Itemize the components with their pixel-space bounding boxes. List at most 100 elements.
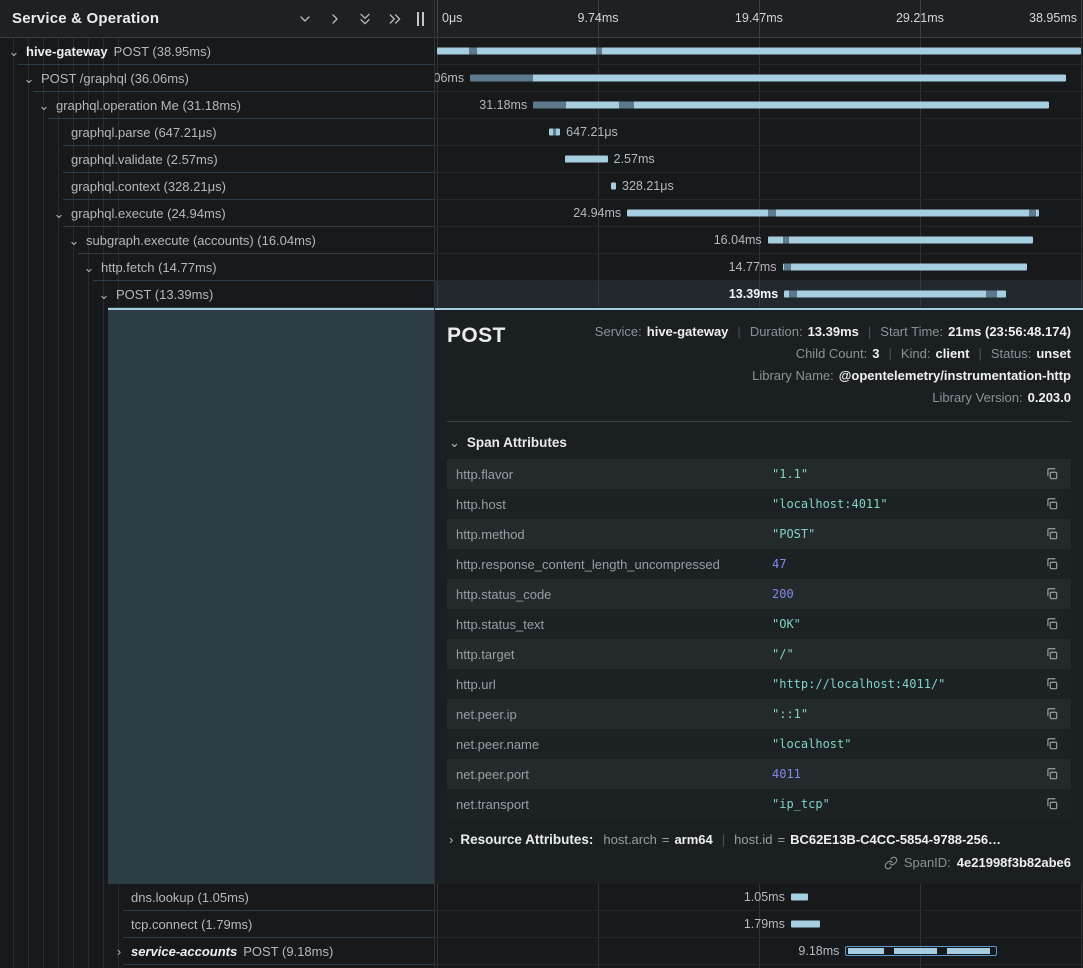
timeline-span-row[interactable]: 14.77ms — [435, 254, 1083, 281]
chevron-right-icon[interactable]: › — [113, 945, 125, 958]
double-chevron-right-icon[interactable] — [386, 10, 403, 27]
meta-label: Library Name: — [752, 368, 834, 383]
copy-icon[interactable] — [1042, 467, 1062, 481]
span-duration-bar[interactable] — [565, 156, 607, 163]
span-duration-bar[interactable] — [845, 946, 997, 956]
span-duration-bar[interactable] — [470, 75, 1066, 82]
ruler-tick-label: 38.95ms — [1029, 11, 1077, 25]
span-duration-bar[interactable] — [437, 48, 1081, 55]
chevron-down-icon[interactable]: ⌄ — [8, 45, 20, 58]
span-tree: ⌄hive-gatewayPOST (38.95ms)⌄POST /graphq… — [0, 38, 434, 968]
link-icon[interactable] — [884, 856, 898, 870]
attribute-value: 47 — [772, 557, 1042, 571]
span-tree-row[interactable]: ⌄http.fetch (14.77ms) — [0, 254, 434, 281]
copy-icon[interactable] — [1042, 797, 1062, 811]
double-chevron-down-icon[interactable] — [356, 10, 373, 27]
ruler-tick-label: 19.47ms — [735, 11, 783, 25]
span-operation-label: graphql.execute (24.94ms) — [71, 206, 226, 221]
span-meta-line: Service:hive-gateway|Duration:13.39ms|St… — [595, 320, 1071, 342]
span-tree-row[interactable]: ›service-accountsPOST (9.18ms) — [0, 938, 434, 965]
copy-icon[interactable] — [1042, 737, 1062, 751]
timeline-span-row[interactable]: 1.05ms — [435, 884, 1083, 911]
chevron-down-icon[interactable] — [296, 10, 313, 27]
span-tree-row[interactable]: ⌄ graphql.execute (24.94ms) — [0, 200, 434, 227]
meta-value: client — [936, 346, 970, 361]
span-meta: Service:hive-gateway|Duration:13.39ms|St… — [595, 320, 1071, 408]
timeline-span-row[interactable]: 24.94ms — [435, 200, 1083, 227]
copy-icon[interactable] — [1042, 647, 1062, 661]
chevron-right-icon[interactable] — [326, 10, 343, 27]
resource-value: BC62E13B-C4CC-5854-9788-256… — [790, 832, 1001, 847]
meta-value: 3 — [872, 346, 879, 361]
span-tree-row[interactable]: ⌄ graphql.operation Me (31.18ms) — [0, 92, 434, 119]
span-tree-row[interactable]: ⌄POST /graphql (36.06ms) — [0, 65, 434, 92]
span-title: POST — [447, 320, 506, 348]
span-duration-bar[interactable] — [791, 921, 821, 928]
chevron-down-icon[interactable]: ⌄ — [83, 261, 95, 274]
span-tree-row[interactable]: graphql.parse (647.21μs) — [0, 119, 434, 146]
attribute-value: 4011 — [772, 767, 1042, 781]
span-duration-bar[interactable] — [768, 237, 1033, 244]
span-operation-label: graphql.operation Me (31.18ms) — [56, 98, 241, 113]
timeline-span-row[interactable]: 16.04ms — [435, 227, 1083, 254]
span-tree-panel: Service & Operation ⌄hive-gatewayPOST (3… — [0, 0, 435, 968]
copy-icon[interactable] — [1042, 557, 1062, 571]
span-tree-row[interactable]: ⌄ POST (13.39ms) — [0, 281, 434, 308]
span-operation-label: graphql.context (328.21μs) — [71, 179, 226, 194]
attribute-row: http.flavor"1.1" — [447, 459, 1071, 489]
span-duration-bar[interactable] — [784, 291, 1005, 298]
chevron-down-icon[interactable]: ⌄ — [38, 99, 50, 112]
trace-viewer: Service & Operation ⌄hive-gatewayPOST (3… — [0, 0, 1083, 968]
span-tree-row[interactable]: graphql.context (328.21μs) — [0, 173, 434, 200]
span-duration-bar[interactable] — [791, 894, 808, 901]
attribute-value: "1.1" — [772, 467, 1042, 481]
timeline-span-row[interactable]: 13.39ms — [435, 281, 1083, 308]
timeline-span-row[interactable]: 36.06ms — [435, 65, 1083, 92]
span-duration-bar[interactable] — [549, 129, 560, 136]
copy-icon[interactable] — [1042, 677, 1062, 691]
panel-resize-handle[interactable] — [415, 10, 426, 28]
timeline-span-row[interactable]: 1.79ms — [435, 911, 1083, 938]
chevron-down-icon[interactable]: ⌄ — [68, 234, 80, 247]
span-operation-label: subgraph.execute (accounts) (16.04ms) — [86, 233, 316, 248]
timeline-span-row[interactable]: 647.21μs — [435, 119, 1083, 146]
timeline-span-row[interactable]: 9.18ms — [435, 938, 1083, 965]
span-operation-label: graphql.validate (2.57ms) — [71, 152, 218, 167]
chevron-down-icon[interactable]: ⌄ — [23, 72, 35, 85]
timeline-span-row[interactable]: 38.95ms — [435, 38, 1083, 65]
timeline-span-row[interactable]: 2.57ms — [435, 146, 1083, 173]
span-duration-bar[interactable] — [611, 183, 616, 190]
attribute-key: net.peer.name — [456, 737, 772, 752]
meta-divider: | — [737, 324, 740, 339]
span-attributes-toggle[interactable]: ⌄ Span Attributes — [449, 435, 1071, 450]
copy-icon[interactable] — [1042, 527, 1062, 541]
ruler-tick-label: 0μs — [442, 11, 462, 25]
copy-icon[interactable] — [1042, 617, 1062, 631]
span-duration-bar[interactable] — [783, 264, 1027, 271]
span-tree-row[interactable]: ⌄hive-gatewayPOST (38.95ms) — [0, 38, 434, 65]
span-duration-bar[interactable] — [627, 210, 1039, 217]
attribute-key: http.host — [456, 497, 772, 512]
chevron-down-icon[interactable]: ⌄ — [53, 207, 65, 220]
span-duration-label: 36.06ms — [435, 71, 464, 85]
span-operation-label: POST (13.39ms) — [116, 287, 213, 302]
timeline-span-row[interactable]: 31.18ms — [435, 92, 1083, 119]
span-tree-row[interactable]: graphql.validate (2.57ms) — [0, 146, 434, 173]
span-tree-row[interactable]: dns.lookup (1.05ms) — [0, 884, 434, 911]
copy-icon[interactable] — [1042, 707, 1062, 721]
resource-attributes-toggle[interactable]: › Resource Attributes: host.arch=arm64|h… — [449, 832, 1071, 847]
child-span-segment — [848, 948, 884, 954]
span-attributes-table: http.flavor"1.1"http.host"localhost:4011… — [447, 459, 1071, 819]
copy-icon[interactable] — [1042, 497, 1062, 511]
span-tree-row[interactable]: tcp.connect (1.79ms) — [0, 911, 434, 938]
span-id-label: SpanID: — [904, 855, 951, 870]
timeline-span-row[interactable]: 328.21μs — [435, 173, 1083, 200]
span-id-row: SpanID: 4e21998f3b82abe6 — [447, 855, 1071, 870]
span-tree-row[interactable]: ⌄ subgraph.execute (accounts) (16.04ms) — [0, 227, 434, 254]
span-duration-bar[interactable] — [533, 102, 1049, 109]
copy-icon[interactable] — [1042, 587, 1062, 601]
attribute-key: http.status_code — [456, 587, 772, 602]
span-duration-label: 16.04ms — [714, 233, 762, 247]
copy-icon[interactable] — [1042, 767, 1062, 781]
chevron-down-icon[interactable]: ⌄ — [98, 288, 110, 301]
